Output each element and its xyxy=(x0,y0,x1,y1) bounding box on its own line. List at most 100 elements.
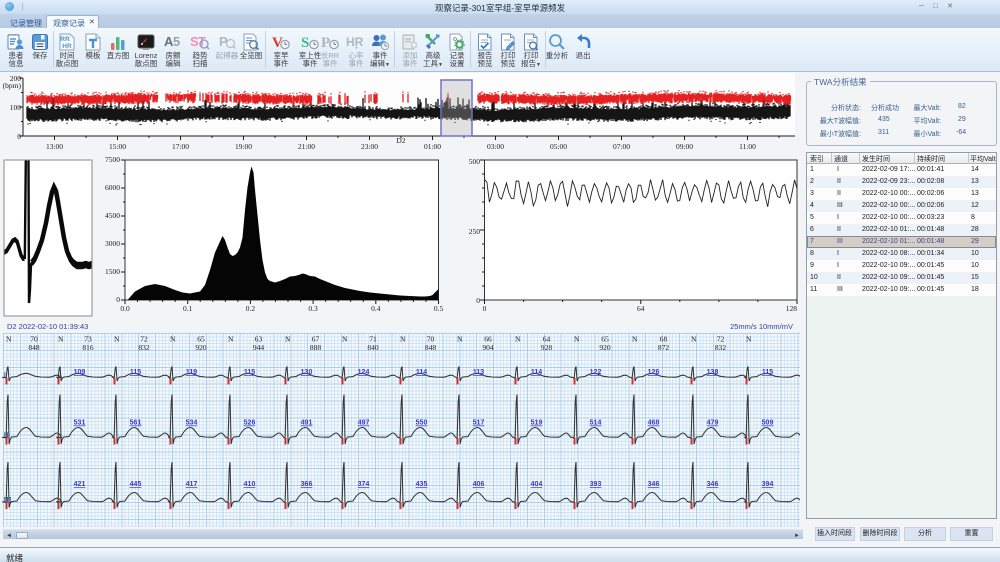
svg-text:23:00: 23:00 xyxy=(361,142,378,151)
svg-text:4500: 4500 xyxy=(105,211,120,220)
svg-text:6000: 6000 xyxy=(105,183,120,192)
svg-text:119: 119 xyxy=(186,369,197,376)
svg-text:872: 872 xyxy=(658,343,670,352)
svg-text:(bpm): (bpm) xyxy=(3,81,22,90)
svg-text:0.3: 0.3 xyxy=(308,304,318,313)
svg-text:468: 468 xyxy=(648,420,660,427)
svg-text:115: 115 xyxy=(244,369,255,376)
svg-text:0: 0 xyxy=(476,296,480,305)
svg-text:N: N xyxy=(515,335,521,344)
svg-text:479: 479 xyxy=(707,420,719,427)
svg-text:346: 346 xyxy=(707,481,719,488)
svg-text:21:00: 21:00 xyxy=(298,142,315,151)
svg-text:RR: RR xyxy=(60,36,70,43)
svg-text:13:00: 13:00 xyxy=(46,142,63,151)
svg-text:497: 497 xyxy=(358,420,370,427)
svg-text:114: 114 xyxy=(416,369,427,376)
svg-text:N: N xyxy=(400,335,406,344)
svg-text:393: 393 xyxy=(590,481,602,488)
svg-text:15:00: 15:00 xyxy=(109,142,126,151)
svg-text:0.0: 0.0 xyxy=(120,304,130,313)
svg-text:115: 115 xyxy=(762,369,773,376)
svg-text:410: 410 xyxy=(244,481,256,488)
svg-text:848: 848 xyxy=(425,343,437,352)
svg-text:N: N xyxy=(691,335,697,344)
svg-text:517: 517 xyxy=(473,420,485,427)
svg-text:05:00: 05:00 xyxy=(550,142,567,151)
svg-text:0.1: 0.1 xyxy=(183,304,193,313)
svg-text:128: 128 xyxy=(786,304,798,313)
svg-text:435: 435 xyxy=(416,481,428,488)
svg-text:17:00: 17:00 xyxy=(172,142,189,151)
svg-text:0.5: 0.5 xyxy=(434,304,444,313)
svg-text:N: N xyxy=(457,335,463,344)
svg-text:N: N xyxy=(574,335,580,344)
svg-text:N: N xyxy=(58,335,64,344)
svg-text:904: 904 xyxy=(482,343,494,352)
svg-text:138: 138 xyxy=(707,369,719,376)
svg-text:366: 366 xyxy=(301,481,313,488)
svg-text:550: 550 xyxy=(416,420,428,427)
svg-text:64: 64 xyxy=(637,304,645,313)
svg-text:N: N xyxy=(285,335,291,344)
svg-text:394: 394 xyxy=(762,481,774,488)
svg-text:124: 124 xyxy=(358,369,370,376)
svg-text:346: 346 xyxy=(648,481,660,488)
svg-text:0: 0 xyxy=(17,132,21,141)
svg-text:5: 5 xyxy=(173,34,180,49)
svg-text:1500: 1500 xyxy=(105,267,120,276)
svg-text:01:00: 01:00 xyxy=(424,142,441,151)
svg-text:03:00: 03:00 xyxy=(487,142,504,151)
svg-text:832: 832 xyxy=(138,343,150,352)
svg-text:840: 840 xyxy=(367,343,379,352)
svg-text:250: 250 xyxy=(469,227,481,236)
svg-text:531: 531 xyxy=(74,420,86,427)
svg-text:445: 445 xyxy=(130,481,142,488)
svg-text:HR: HR xyxy=(62,43,72,50)
svg-text:0.4: 0.4 xyxy=(371,304,381,313)
svg-text:404: 404 xyxy=(531,481,543,488)
svg-text:500: 500 xyxy=(469,157,481,166)
svg-text:526: 526 xyxy=(244,420,256,427)
svg-text:374: 374 xyxy=(358,481,370,488)
svg-text:126: 126 xyxy=(648,369,660,376)
svg-text:816: 816 xyxy=(82,343,94,352)
svg-text:122: 122 xyxy=(590,369,602,376)
svg-text:920: 920 xyxy=(599,343,611,352)
svg-text:07:00: 07:00 xyxy=(613,142,630,151)
svg-text:928: 928 xyxy=(541,343,553,352)
svg-text:N: N xyxy=(6,335,12,344)
svg-text:09:00: 09:00 xyxy=(676,142,693,151)
svg-text:832: 832 xyxy=(715,343,727,352)
svg-text:100: 100 xyxy=(10,103,22,112)
svg-text:11:00: 11:00 xyxy=(739,142,756,151)
svg-text:HR: HR xyxy=(346,35,364,49)
svg-text:0: 0 xyxy=(116,295,120,304)
svg-text:115: 115 xyxy=(130,369,141,376)
svg-text:N: N xyxy=(746,335,752,344)
svg-text:561: 561 xyxy=(130,420,142,427)
svg-text:0: 0 xyxy=(483,304,487,313)
svg-text:421: 421 xyxy=(74,481,86,488)
svg-text:0.2: 0.2 xyxy=(246,304,256,313)
svg-text:888: 888 xyxy=(310,343,322,352)
svg-text:130: 130 xyxy=(301,369,313,376)
svg-text:417: 417 xyxy=(186,481,198,488)
svg-text:S: S xyxy=(301,35,309,51)
svg-text:509: 509 xyxy=(762,420,774,427)
svg-text:109: 109 xyxy=(74,369,86,376)
svg-text:N: N xyxy=(632,335,638,344)
svg-text:114: 114 xyxy=(531,369,542,376)
svg-text:406: 406 xyxy=(473,481,485,488)
svg-text:491: 491 xyxy=(301,420,313,427)
svg-text:3000: 3000 xyxy=(105,239,120,248)
svg-text:III: III xyxy=(4,496,12,505)
svg-text:848: 848 xyxy=(28,343,40,352)
svg-text:P: P xyxy=(321,35,330,51)
svg-text:N: N xyxy=(114,335,120,344)
svg-text:D2: D2 xyxy=(396,136,405,145)
svg-text:N: N xyxy=(342,335,348,344)
svg-text:534: 534 xyxy=(186,420,198,427)
svg-text:N: N xyxy=(228,335,234,344)
svg-text:944: 944 xyxy=(253,343,265,352)
